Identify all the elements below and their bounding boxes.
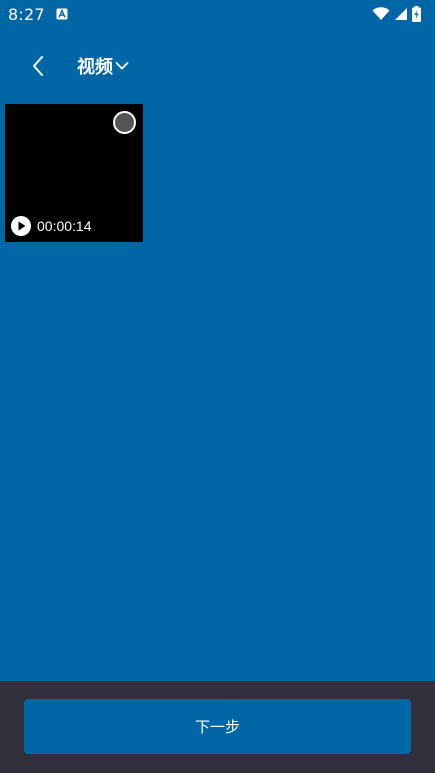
media-tile[interactable]: 00:00:14: [5, 104, 143, 242]
chevron-left-icon: [33, 56, 43, 76]
play-icon: [11, 216, 31, 236]
album-title: 视频: [77, 57, 113, 78]
signal-icon: [395, 8, 407, 20]
status-time: 8:27: [8, 5, 45, 24]
video-duration: 00:00:14: [37, 218, 92, 234]
battery-charging-icon: [412, 6, 421, 22]
album-selector[interactable]: 视频: [77, 53, 129, 79]
media-grid: 00:00:14: [5, 104, 143, 242]
status-icons: [372, 6, 421, 22]
wifi-icon: [372, 7, 390, 20]
select-checkbox[interactable]: [113, 111, 136, 134]
chevron-down-icon: [115, 62, 129, 70]
next-button[interactable]: 下一步: [24, 699, 411, 754]
bottom-bar: 下一步: [0, 681, 435, 773]
video-duration-row: 00:00:14: [11, 216, 92, 236]
back-button[interactable]: [22, 50, 54, 82]
header: 视频: [0, 42, 435, 88]
a-letter-icon: [56, 8, 68, 20]
status-bar: 8:27: [0, 0, 435, 30]
